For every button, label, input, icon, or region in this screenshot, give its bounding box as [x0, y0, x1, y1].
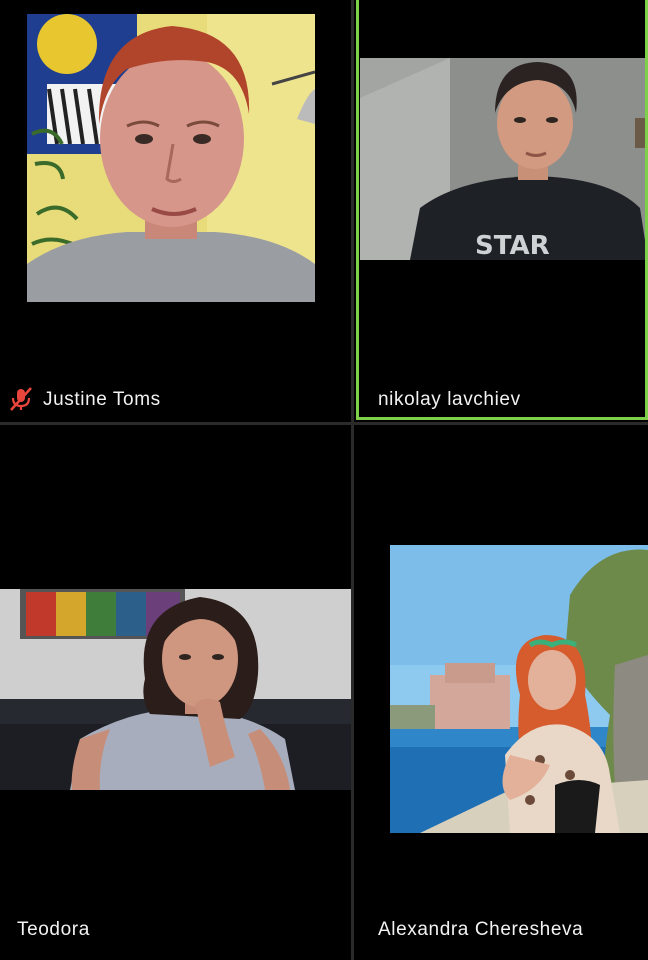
participant-video	[27, 14, 315, 302]
participant-name-label: Alexandra Cheresheva	[378, 919, 584, 940]
participant-name-label: Justine Toms	[43, 389, 161, 410]
participant-video-frame: STAR	[360, 58, 648, 260]
microphone-muted-icon	[10, 387, 32, 411]
participant-tile-alexandra-cheresheva[interactable]: Alexandra Cheresheva	[354, 425, 648, 960]
participant-video-frame	[390, 545, 648, 833]
participant-video: STAR	[360, 58, 648, 260]
participant-tile-justine-toms[interactable]: Justine Toms	[0, 0, 351, 422]
participant-tile-teodora[interactable]: Teodora	[0, 425, 351, 960]
participant-video-frame	[0, 589, 351, 790]
tile-divider-vertical	[351, 0, 354, 960]
participant-video	[390, 545, 648, 833]
participant-video	[0, 589, 351, 790]
participant-name-label: Teodora	[17, 919, 90, 940]
participant-name-label: nikolay lavchiev	[378, 389, 521, 410]
tile-divider-horizontal	[0, 422, 648, 425]
video-call-grid: Justine Toms STAR nikolay lavchiev Teodo…	[0, 0, 648, 960]
participant-video-frame	[27, 14, 315, 302]
svg-text:STAR: STAR	[475, 231, 550, 260]
participant-tile-nikolay-lavchiev[interactable]: STAR nikolay lavchiev	[354, 0, 648, 422]
